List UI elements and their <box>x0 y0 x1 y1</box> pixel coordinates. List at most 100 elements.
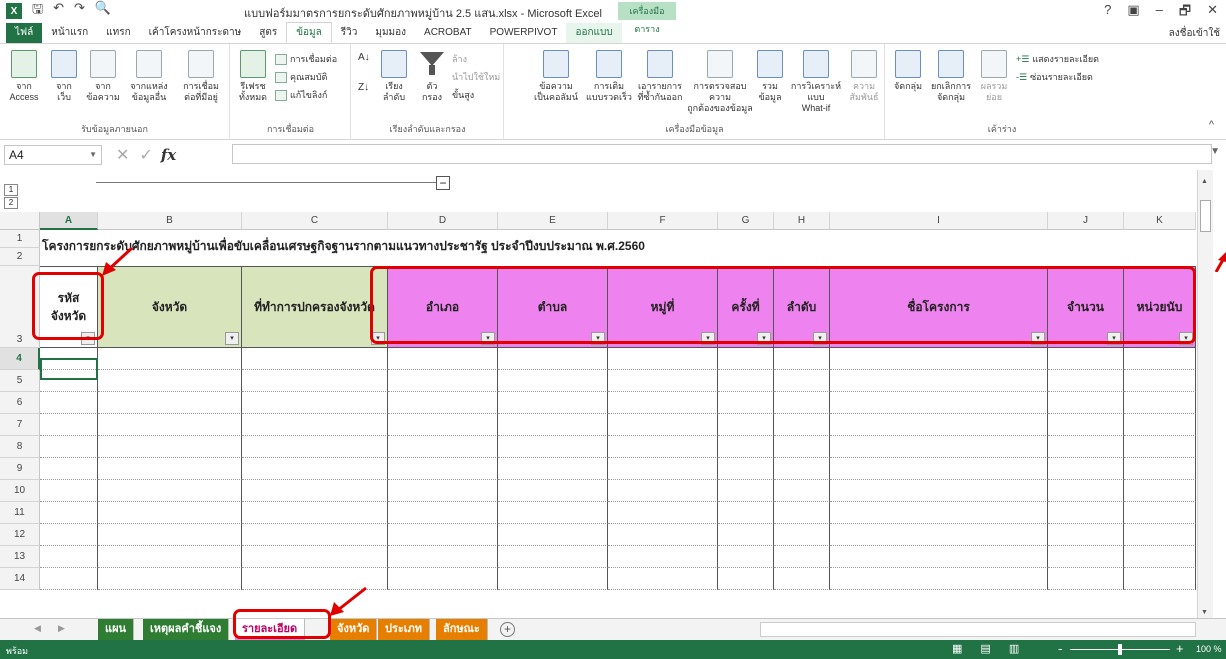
ribbon-display-icon[interactable]: ▣ <box>1127 2 1139 24</box>
cell[interactable] <box>498 458 608 480</box>
cell[interactable] <box>98 348 242 370</box>
formula-input[interactable] <box>232 144 1212 164</box>
cell[interactable] <box>1048 348 1124 370</box>
cell[interactable] <box>1048 502 1124 524</box>
sort-z-to-a-button[interactable]: Z↓ <box>358 82 369 93</box>
zoom-level[interactable]: 100 % <box>1196 644 1222 654</box>
name-box[interactable]: A4 ▼ <box>4 145 102 165</box>
tab-insert[interactable]: แทรก <box>97 23 139 43</box>
cell[interactable] <box>718 546 774 568</box>
cell[interactable] <box>774 436 830 458</box>
cell[interactable] <box>98 392 242 414</box>
cell[interactable] <box>40 392 98 414</box>
cell[interactable] <box>242 502 388 524</box>
cell[interactable] <box>40 414 98 436</box>
cell[interactable] <box>1048 392 1124 414</box>
cell[interactable] <box>242 392 388 414</box>
cell[interactable] <box>242 370 388 392</box>
refresh-all-button[interactable]: รีเฟรช ทั้งหมด <box>233 50 273 103</box>
cell[interactable] <box>774 458 830 480</box>
outline-level-2[interactable]: 2 <box>4 197 18 209</box>
cell[interactable] <box>498 436 608 458</box>
tab-file[interactable]: ไฟล์ <box>6 23 43 43</box>
scroll-down-icon[interactable]: ▼ <box>1201 609 1208 616</box>
cell[interactable] <box>388 524 498 546</box>
cell[interactable] <box>242 414 388 436</box>
cell[interactable] <box>40 436 98 458</box>
from-other-sources-button[interactable]: จากแหล่ง ข้อมูลอื่น <box>124 50 174 103</box>
cell[interactable] <box>498 502 608 524</box>
next-sheet-icon[interactable]: ▶ <box>58 623 65 634</box>
restore-button[interactable]: 🗗 <box>1179 2 1191 24</box>
cell[interactable] <box>774 546 830 568</box>
cell[interactable] <box>388 370 498 392</box>
row-header-7[interactable]: 7 <box>0 414 40 436</box>
cell[interactable] <box>774 524 830 546</box>
cell[interactable] <box>1124 370 1196 392</box>
cell[interactable] <box>830 524 1048 546</box>
cell[interactable] <box>1048 414 1124 436</box>
cell[interactable] <box>242 436 388 458</box>
zoom-out-button[interactable]: - <box>1058 641 1062 656</box>
data-validation-button[interactable]: การตรวจสอบความ ถูกต้องของข้อมูล <box>687 50 753 114</box>
cell[interactable] <box>498 480 608 502</box>
cell[interactable] <box>1124 502 1196 524</box>
cell[interactable] <box>40 502 98 524</box>
cell[interactable] <box>718 348 774 370</box>
from-text-button[interactable]: จาก ข้อความ <box>84 50 122 103</box>
column-header-b[interactable]: B <box>98 212 242 230</box>
add-sheet-button[interactable]: + <box>500 622 515 637</box>
cell[interactable] <box>388 392 498 414</box>
vertical-scrollbar[interactable]: ▲ ▼ <box>1197 170 1213 618</box>
reapply-filter-button[interactable]: นำไปใช้ใหม่ <box>452 70 500 84</box>
cell[interactable] <box>40 524 98 546</box>
cell[interactable] <box>718 524 774 546</box>
sheet-tab-3[interactable]: จังหวัด <box>330 619 378 640</box>
cell[interactable] <box>498 370 608 392</box>
chevron-down-icon[interactable]: ▼ <box>89 146 97 164</box>
edit-links-button[interactable]: แก้ไขลิงก์ <box>275 88 327 102</box>
outline-level-1[interactable]: 1 <box>4 184 18 196</box>
normal-view-icon[interactable]: ▦ <box>952 642 962 655</box>
zoom-in-button[interactable]: + <box>1176 641 1184 656</box>
column-header-h[interactable]: H <box>774 212 830 230</box>
column-header-g[interactable]: G <box>718 212 774 230</box>
sheet-tab-4[interactable]: ประเภท <box>378 619 431 640</box>
cell[interactable] <box>1124 392 1196 414</box>
cell[interactable] <box>774 392 830 414</box>
scrollbar-thumb[interactable] <box>1200 200 1211 232</box>
cell[interactable] <box>40 546 98 568</box>
cell[interactable] <box>388 458 498 480</box>
cell[interactable] <box>718 480 774 502</box>
cell[interactable] <box>242 546 388 568</box>
cell[interactable] <box>1048 480 1124 502</box>
cell[interactable] <box>388 436 498 458</box>
cell[interactable] <box>774 568 830 590</box>
cell[interactable] <box>1048 568 1124 590</box>
existing-connections-button[interactable]: การเชื่อม ต่อที่มีอยู่ <box>176 50 226 103</box>
cell[interactable] <box>388 480 498 502</box>
cell[interactable] <box>1048 458 1124 480</box>
undo-icon[interactable]: ↶ <box>53 0 64 22</box>
cell[interactable] <box>40 458 98 480</box>
cell[interactable] <box>608 524 718 546</box>
header-cell-b[interactable]: จังหวัด ▾ <box>98 266 242 348</box>
cell[interactable] <box>242 524 388 546</box>
cell[interactable] <box>1124 546 1196 568</box>
sheet-tab-1[interactable]: เหตุผลคำชี้แจง <box>143 619 230 640</box>
tab-view[interactable]: มุมมอง <box>366 23 415 43</box>
redo-icon[interactable]: ↷ <box>74 0 85 22</box>
from-access-button[interactable]: จาก Access <box>4 50 44 103</box>
cell[interactable] <box>98 370 242 392</box>
cell[interactable] <box>98 568 242 590</box>
print-preview-icon[interactable]: 🔍 <box>95 0 111 22</box>
cell[interactable] <box>40 568 98 590</box>
column-header-f[interactable]: F <box>608 212 718 230</box>
cell[interactable] <box>98 436 242 458</box>
row-header-5[interactable]: 5 <box>0 370 40 392</box>
advanced-filter-button[interactable]: ขั้นสูง <box>452 88 474 102</box>
row-header-12[interactable]: 12 <box>0 524 40 546</box>
close-button[interactable]: ✕ <box>1207 2 1218 24</box>
cell[interactable] <box>608 480 718 502</box>
group-button[interactable]: จัดกลุ่ม <box>890 50 926 92</box>
